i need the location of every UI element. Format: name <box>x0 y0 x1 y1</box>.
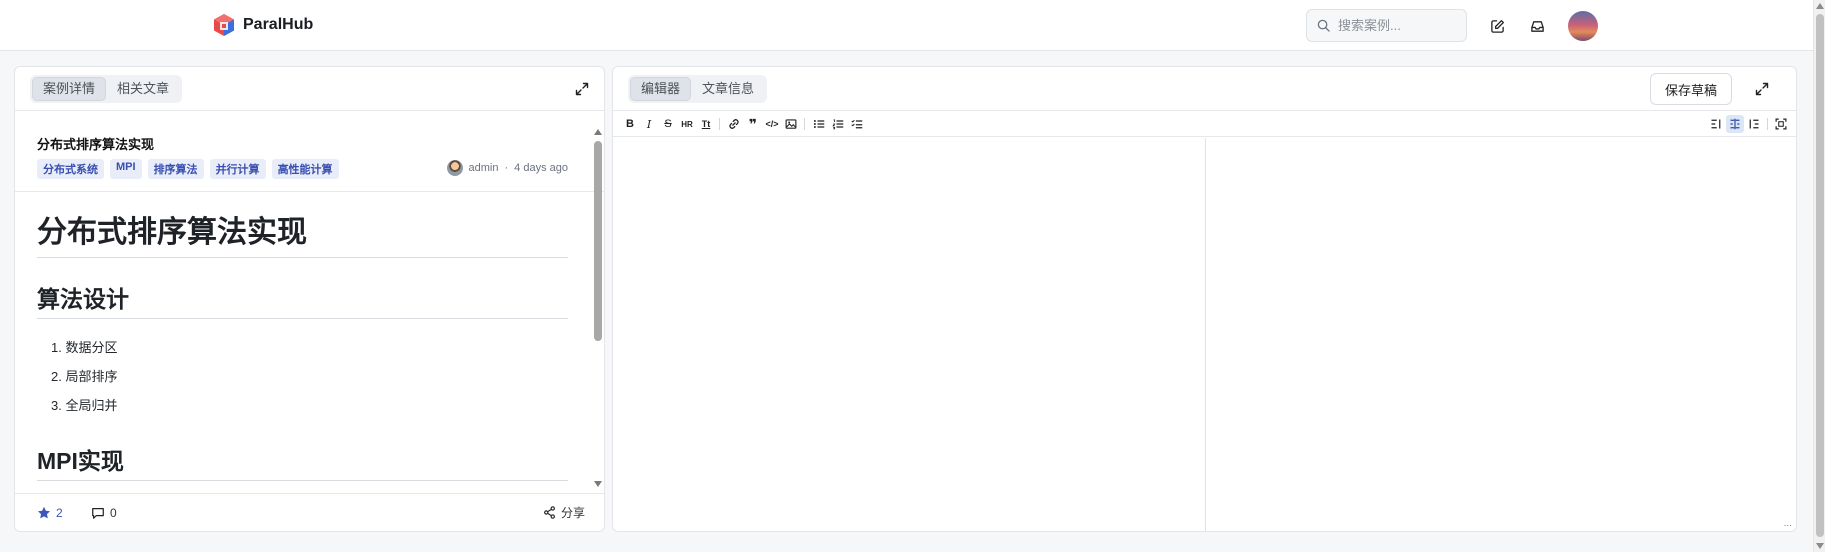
scroll-up-arrow-icon[interactable] <box>1816 3 1824 9</box>
scroll-up-arrow-icon[interactable] <box>594 129 602 135</box>
unordered-list-icon <box>813 120 825 128</box>
star-count: 2 <box>56 505 63 520</box>
toolbar-divider <box>1767 118 1768 130</box>
share-icon <box>544 506 555 519</box>
meta-separator: · <box>504 162 509 174</box>
write-article-button[interactable] <box>1484 13 1510 39</box>
tag[interactable]: 并行计算 <box>209 159 266 179</box>
comment-count: 0 <box>110 505 117 520</box>
editor-toolbar: B I S HR Tt ❞ </> <box>613 111 1796 137</box>
split-view-icon <box>1730 118 1740 130</box>
ordered-list: 1. 数据分区 2. 局部排序 3. 全局归并 <box>37 333 568 420</box>
task-list-button[interactable] <box>848 115 866 133</box>
editor-split-divider[interactable] <box>1205 138 1206 531</box>
author-name[interactable]: admin <box>469 162 499 174</box>
article-title: 分布式排序算法实现 <box>37 137 155 152</box>
search-icon <box>1317 19 1330 32</box>
right-tab-bar: 编辑器 文章信息 <box>628 75 768 103</box>
tag[interactable]: 高性能计算 <box>271 159 339 179</box>
horizontal-rule-button[interactable]: HR <box>678 115 696 133</box>
scrollbar-thumb[interactable] <box>1816 14 1824 537</box>
list-item: 1. 数据分区 <box>51 340 118 355</box>
search-input[interactable] <box>1338 18 1458 33</box>
scrollbar-thumb[interactable] <box>594 141 602 341</box>
toolbar-divider <box>719 118 720 130</box>
section-heading: 算法设计 <box>37 280 568 319</box>
scroll-down-arrow-icon[interactable] <box>594 481 602 487</box>
tag[interactable]: 排序算法 <box>147 159 204 179</box>
user-avatar[interactable] <box>1568 11 1598 41</box>
expand-editor-button[interactable] <box>1750 77 1774 101</box>
inbox-icon <box>1530 20 1544 32</box>
list-item: 2. 局部排序 <box>51 369 118 384</box>
resize-handle[interactable]: ... <box>1784 518 1792 529</box>
tag-list: 分布式系统 MPI 排序算法 并行计算 高性能计算 <box>37 159 339 179</box>
fullscreen-editor-button[interactable] <box>1772 115 1790 133</box>
app-logo[interactable]: ParalHub <box>213 13 313 37</box>
comment-icon <box>92 507 104 519</box>
tag[interactable]: 分布式系统 <box>37 159 104 179</box>
tab-editor[interactable]: 编辑器 <box>630 77 692 101</box>
strikethrough-button[interactable]: S <box>659 115 677 133</box>
app-name: ParalHub <box>243 16 314 33</box>
content-heading-1: 分布式排序算法实现 <box>37 207 568 258</box>
star-button[interactable]: 2 <box>37 506 63 520</box>
share-label: 分享 <box>561 506 586 520</box>
link-button[interactable] <box>725 115 743 133</box>
tab-article-info[interactable]: 文章信息 <box>691 77 765 101</box>
list-item: 3. 全局归并 <box>51 398 118 413</box>
editor-only-mode-button[interactable] <box>1707 115 1725 133</box>
tag[interactable]: MPI <box>110 159 142 179</box>
preview-mode-icon <box>1749 119 1759 129</box>
star-icon <box>37 506 51 518</box>
code-button[interactable]: </> <box>763 115 781 133</box>
expand-icon <box>575 82 589 96</box>
split-view-mode-button[interactable] <box>1726 115 1744 133</box>
bold-button[interactable]: B <box>621 115 639 133</box>
link-icon <box>729 119 739 129</box>
quote-button[interactable]: ❞ <box>744 115 762 133</box>
search-box[interactable] <box>1306 9 1467 42</box>
top-navbar: ParalHub <box>0 0 1813 51</box>
bullet-list-button[interactable] <box>810 115 828 133</box>
case-detail-panel: 案例详情 相关文章 分布式排序算法实现 分布式系统 MPI 排序算法 并行计算 … <box>14 66 605 532</box>
italic-button[interactable]: I <box>640 115 658 133</box>
author-avatar[interactable] <box>446 160 463 176</box>
title-button[interactable]: Tt <box>697 115 715 133</box>
ordered-list-button[interactable] <box>829 115 847 133</box>
preview-only-mode-button[interactable] <box>1745 115 1763 133</box>
inbox-button[interactable] <box>1524 13 1550 39</box>
share-button[interactable]: 分享 <box>543 504 585 521</box>
page-scrollbar[interactable] <box>1813 0 1825 552</box>
tab-divider <box>15 110 604 111</box>
tab-related-articles[interactable]: 相关文章 <box>106 77 180 101</box>
image-button[interactable] <box>782 115 800 133</box>
expand-icon <box>1755 82 1769 96</box>
content-scrollbar[interactable] <box>592 123 604 489</box>
scroll-down-arrow-icon[interactable] <box>1816 543 1824 549</box>
toolbar-divider <box>804 118 805 130</box>
article-footer: 2 0 分享 <box>15 493 604 531</box>
section-heading: MPI实现 <box>37 442 568 481</box>
editor-panel: 编辑器 文章信息 保存草稿 B I S HR Tt ❞ </> ... <box>612 66 1797 532</box>
image-icon <box>785 119 797 129</box>
markdown-input-area[interactable] <box>613 138 1205 531</box>
article-content: 分布式排序算法实现 算法设计 1. 数据分区 2. 局部排序 3. 全局归并 M… <box>37 187 568 497</box>
post-time: 4 days ago <box>514 162 568 174</box>
left-tab-bar: 案例详情 相关文章 <box>30 75 183 103</box>
paralhub-logo-icon <box>214 14 234 36</box>
expand-left-panel-button[interactable] <box>570 77 594 101</box>
fullscreen-icon <box>1775 118 1787 130</box>
edit-mode-icon <box>1711 119 1721 129</box>
comment-button[interactable]: 0 <box>91 506 117 520</box>
article-meta: admin · 4 days ago <box>446 160 568 176</box>
checklist-icon <box>851 119 863 129</box>
edit-icon <box>1490 19 1504 33</box>
ordered-list-icon <box>832 119 844 130</box>
save-draft-button[interactable]: 保存草稿 <box>1649 73 1732 105</box>
tab-case-detail[interactable]: 案例详情 <box>32 77 107 101</box>
